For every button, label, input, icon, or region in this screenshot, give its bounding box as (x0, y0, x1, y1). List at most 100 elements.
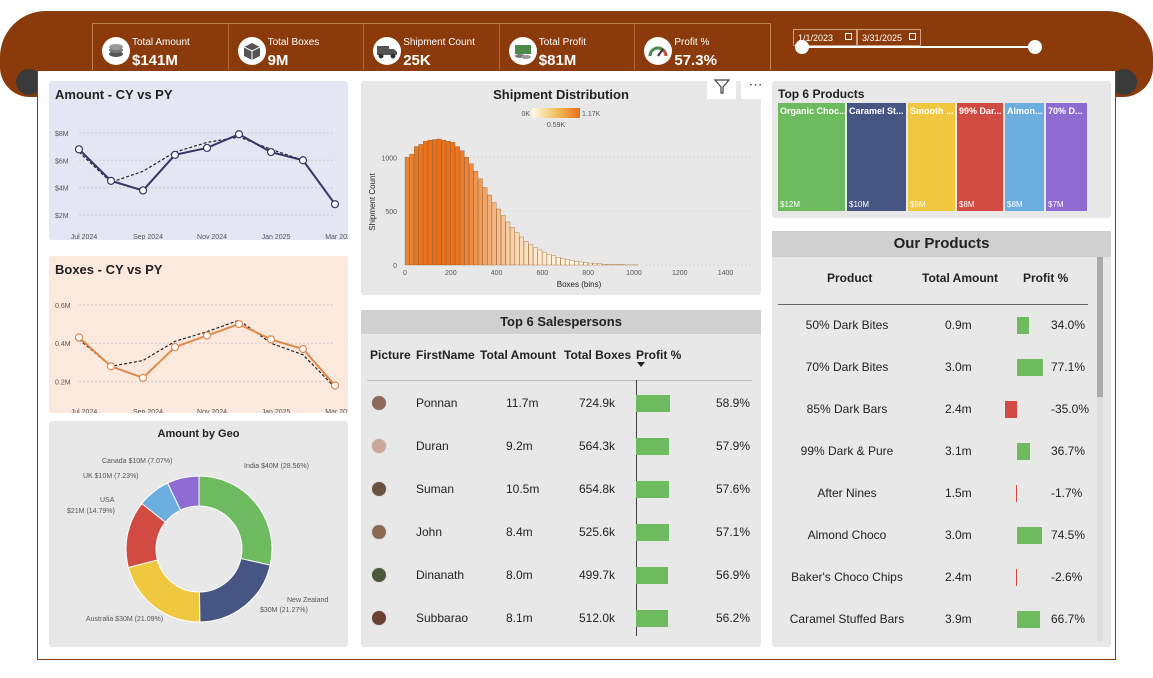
avatar (371, 481, 387, 497)
kpi-value: $141M (132, 52, 178, 69)
profit-bar (1017, 359, 1044, 376)
date-slider-start-handle[interactable] (795, 40, 809, 54)
top-products-treemap: Organic Choc... $12M Caramel St... $10M Smoo… (778, 103, 1105, 211)
y-axis-label: Shipment Count (368, 173, 377, 231)
x-axis-label: Boxes (bins) (557, 280, 602, 289)
histogram-bar (514, 232, 520, 266)
y-tick-label: $2M (55, 213, 69, 220)
treemap-tile[interactable]: Almon... $8M (1005, 103, 1046, 211)
col-header-total-amount[interactable]: Total Amount (480, 348, 556, 362)
treemap-tile[interactable]: Organic Choc... $12M (778, 103, 847, 211)
col-header-total-boxes[interactable]: Total Boxes (564, 348, 631, 362)
cell-profit: 56.2% (716, 611, 751, 625)
cy-data-point (298, 156, 308, 165)
histogram-bar (441, 139, 447, 266)
x-tick-label: Jul 2024 (71, 234, 98, 240)
table-row[interactable]: 85% Dark Bars 2.4m -35.0% (772, 389, 1111, 431)
kpi-value: $81M (538, 52, 577, 69)
table-row[interactable]: Subbarao 8.1m 512.0k 56.2% (361, 596, 761, 638)
x-tick-label: Sep 2024 (133, 409, 163, 413)
histogram-bar (414, 146, 419, 266)
cell-total-amount: 2.4m (945, 570, 972, 584)
cell-product: Caramel Stuffed Bars (789, 612, 905, 626)
scrollbar-thumb[interactable] (1097, 257, 1103, 397)
cy-data-point (74, 333, 84, 342)
cell-total-boxes: 564.3k (579, 439, 616, 453)
histogram-bar (459, 150, 465, 266)
table-row[interactable]: Almond Choco 3.0m 74.5% (772, 515, 1111, 557)
table-row[interactable]: Dinanath 8.0m 499.7k 56.9% (361, 553, 761, 595)
table-row[interactable]: John 8.4m 525.6k 57.1% (361, 510, 761, 552)
filter-icon[interactable] (707, 73, 736, 99)
top-salespersons-panel: Top 6 Salespersons Picture FirstName Tot… (361, 310, 761, 647)
histogram-bar (432, 139, 437, 266)
col-header-total-amount[interactable]: Total Amount (922, 271, 998, 285)
tile-value: $8M (959, 200, 975, 209)
tile-value: $10M (849, 200, 870, 209)
scrollbar-track[interactable] (1097, 257, 1103, 641)
cell-profit: 58.9% (716, 396, 751, 410)
tile-value: $8M (1007, 200, 1023, 209)
cell-profit: -35.0% (1051, 402, 1090, 416)
cell-total-amount: 8.0m (506, 568, 533, 582)
panel-title: Top 6 Products (778, 87, 865, 101)
x-tick-label: Jan 2025 (262, 409, 291, 413)
treemap-tile[interactable]: Caramel St... $10M (847, 103, 908, 211)
tile-value: $9M (910, 200, 926, 209)
table-row[interactable]: 70% Dark Bites 3.0m 77.1% (772, 347, 1111, 389)
col-header-firstname[interactable]: FirstName (416, 348, 475, 362)
calendar-icon[interactable] (909, 33, 916, 40)
histogram-bar (501, 215, 506, 266)
avatar (371, 438, 387, 454)
col-header-profit[interactable]: Profit % (636, 348, 681, 362)
calendar-icon[interactable] (845, 33, 852, 40)
py-series-line (78, 319, 336, 388)
table-row[interactable]: Baker's Choco Chips 2.4m -2.6% (772, 557, 1111, 599)
avatar (371, 395, 387, 411)
histogram-bar (569, 260, 575, 266)
cy-data-point (138, 186, 148, 195)
geo-label-nz: New Zealand (287, 597, 329, 604)
avatar (371, 524, 387, 540)
profit-bar (636, 438, 669, 455)
col-header-picture[interactable]: Picture (370, 348, 411, 362)
date-slider-track[interactable] (802, 46, 1035, 48)
table-row[interactable]: Suman 10.5m 654.8k 57.6% (361, 467, 761, 509)
x-tick-label: Nov 2024 (197, 234, 227, 240)
cy-data-point (298, 344, 308, 354)
cell-total-amount: 8.1m (506, 611, 533, 625)
donut-slice (127, 559, 201, 623)
table-row[interactable]: 50% Dark Bites 0.9m 34.0% (772, 305, 1111, 347)
table-row[interactable]: After Nines 1.5m -1.7% (772, 473, 1111, 515)
cell-profit: 36.7% (1051, 444, 1086, 458)
profit-bar (1017, 443, 1030, 460)
table-row[interactable]: 99% Dark & Pure 3.1m 36.7% (772, 431, 1111, 473)
cy-data-point (330, 381, 340, 390)
profit-bar (636, 481, 669, 498)
histogram-bar (455, 146, 460, 266)
profit-bar (1016, 569, 1017, 586)
date-slider-end-handle[interactable] (1028, 40, 1042, 54)
treemap-tile[interactable]: 70% D... $7M (1046, 103, 1089, 211)
boxes-line-chart: 0.6M 0.4M 0.2M Jul 2024 Sep 2024 Nov 2024 Jan … (55, 303, 348, 413)
table-row[interactable]: Duran 9.2m 564.3k 57.9% (361, 424, 761, 466)
cy-data-point (202, 143, 212, 153)
profit-bar (636, 567, 669, 584)
cell-total-amount: 9.2m (506, 439, 533, 453)
more-options-icon[interactable]: ⋯ (741, 73, 770, 99)
cell-total-boxes: 525.6k (579, 525, 616, 539)
col-header-product[interactable]: Product (827, 271, 872, 285)
histogram-bar (523, 241, 529, 266)
end-date-input[interactable]: 3/31/2025 (857, 29, 921, 46)
geo-label-australia: Australia $30M (21.09%) (86, 616, 164, 623)
sort-desc-icon[interactable] (637, 362, 645, 367)
cy-data-point (266, 335, 276, 344)
histogram-bar (601, 263, 607, 266)
col-header-profit[interactable]: Profit % (1023, 271, 1068, 285)
color-legend-bar (532, 108, 580, 118)
table-row[interactable]: Ponnan 11.7m 724.9k 58.9% (361, 381, 761, 423)
table-row[interactable]: Caramel Stuffed Bars 3.9m 66.7% (772, 599, 1111, 641)
histogram-bar (487, 194, 492, 266)
treemap-tile[interactable]: Smooth ... $9M (908, 103, 957, 211)
treemap-tile[interactable]: 99% Dar... $8M (957, 103, 1005, 211)
